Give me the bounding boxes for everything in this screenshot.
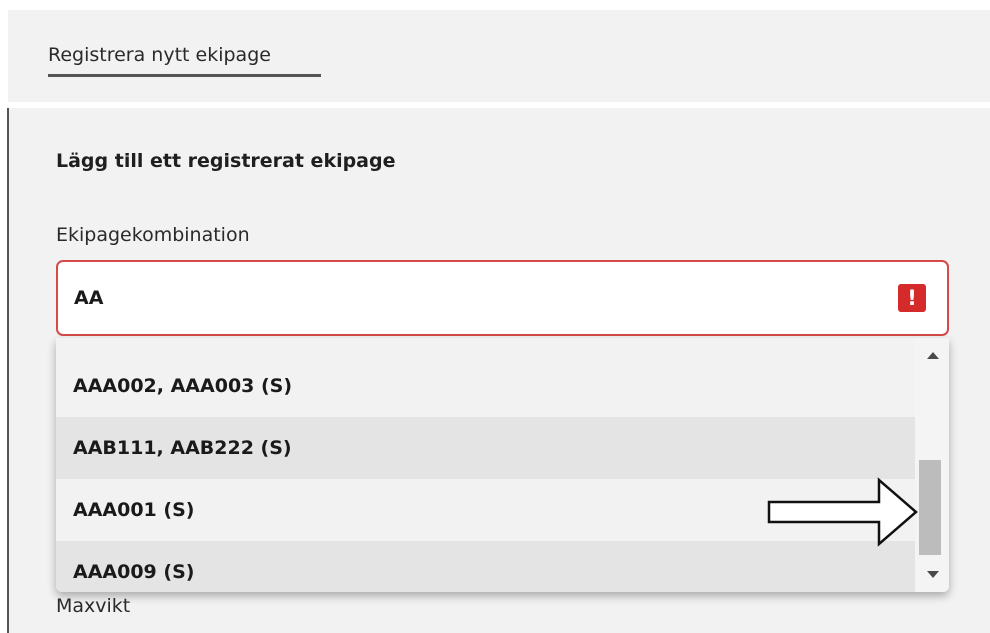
dropdown-option[interactable]: AAA002, AAA003 (S) [56, 355, 915, 417]
panel-left-border [7, 108, 9, 633]
dropdown-option[interactable]: AAA009 (S) [56, 541, 915, 592]
combination-dropdown-list: AAA002, AAA003 (S) AAB111, AAB222 (S) AA… [56, 338, 949, 592]
combination-field-label: Ekipagekombination [56, 224, 250, 246]
section-title: Lägg till ett registrerat ekipage [56, 150, 396, 172]
combination-input[interactable] [74, 280, 854, 316]
scrollbar-thumb[interactable] [919, 460, 941, 555]
dropdown-scrollbar[interactable] [915, 338, 949, 592]
combination-combobox[interactable]: ! [56, 260, 949, 336]
caret-down-icon[interactable] [927, 571, 939, 578]
dropdown-option[interactable]: AAB111, AAB222 (S) [56, 417, 915, 479]
maxvikt-field-label: Maxvikt [56, 595, 131, 617]
caret-up-icon[interactable] [927, 352, 939, 359]
exclamation-icon: ! [898, 284, 926, 312]
outline-arrow-right-icon [767, 477, 918, 547]
active-tab-underline [48, 74, 321, 77]
tab-register-new-ekipage[interactable]: Registrera nytt ekipage [48, 44, 271, 66]
